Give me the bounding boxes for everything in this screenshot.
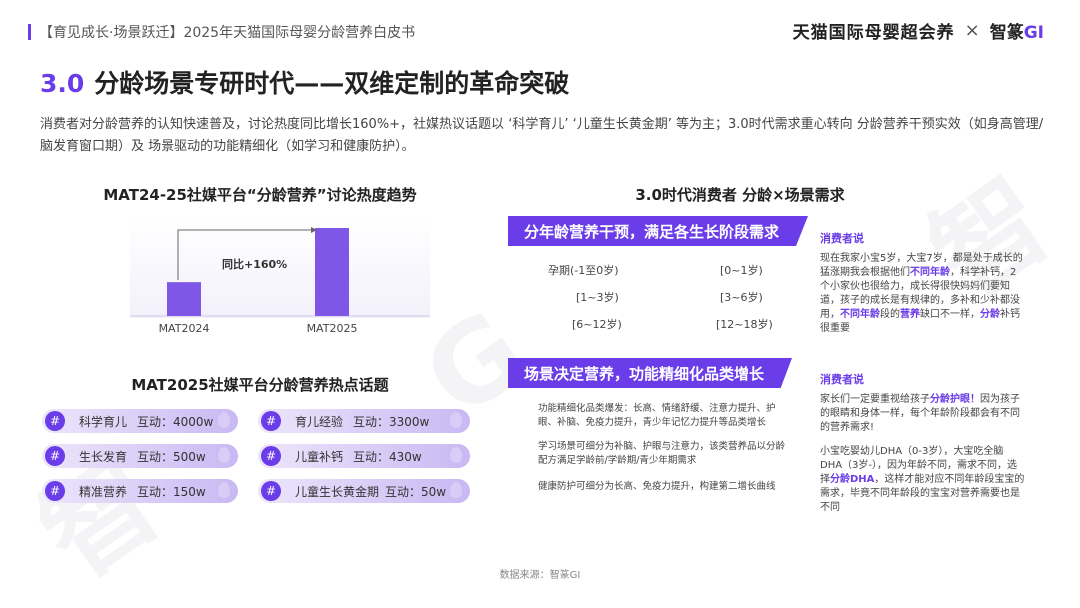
logo-zhichou-text: 智篆: [989, 23, 1024, 43]
fire-icon: [450, 447, 462, 463]
age-stage: [6~12岁): [572, 318, 622, 331]
hash-icon: #: [261, 481, 281, 501]
topic-value: 互动：50w: [385, 484, 447, 499]
quote-highlight: 营养: [900, 309, 920, 320]
chart-svg: [130, 227, 430, 317]
hash-icon: #: [45, 481, 65, 501]
consumer-quote-block: 消费者说 家长们一定要重视给孩子分龄护眼！因为孩子的眼睛和身体一样，每个年龄阶段…: [820, 373, 1025, 515]
consumer-label: 消费者说: [820, 232, 864, 245]
age-stage: [3~6岁): [720, 291, 763, 304]
section-number: 3.0: [40, 69, 85, 98]
bar-mat2024: [167, 282, 201, 316]
data-source: 数据来源：智篆GI: [499, 570, 581, 581]
topic-name: 生长发育: [79, 449, 128, 464]
page-title: 3.0 分龄场景专研时代——双维定制的革命突破: [40, 64, 569, 100]
topic-name: 儿童生长黄金期: [295, 484, 380, 499]
needs-title: 3.0时代消费者 分龄×场景需求: [635, 186, 845, 204]
fire-icon: [450, 412, 462, 428]
quote-highlight: 不同年龄: [910, 267, 950, 278]
fire-icon: [218, 412, 230, 428]
topic-name: 精准营养: [79, 484, 128, 499]
quote-text: 缺口不一样，: [920, 309, 980, 320]
age-stage: [0~1岁): [720, 264, 763, 277]
accent-bar: [28, 24, 31, 40]
fire-icon: [450, 482, 462, 498]
topics-title: MAT2025社媒平台分龄营养热点话题: [131, 376, 389, 394]
topic-pill[interactable]: # 儿童生长黄金期 互动：50w: [258, 479, 470, 503]
scene-line: 学习场景可细分为补脑、护眼与注意力，该类营养品以分龄配方满足学龄前/学龄期/青少…: [538, 441, 786, 466]
age-stage: [12~18岁): [716, 318, 773, 331]
quote-text: 家长们一定要重视给孩子: [820, 394, 930, 405]
scene-line: 健康防护可细分为长高、免疫力提升，构建第二增长曲线: [538, 481, 776, 492]
quote-highlight: 分龄护眼！: [930, 394, 980, 405]
x-tick-label: MAT2025: [306, 322, 358, 335]
topic-value: 互动：430w: [353, 449, 422, 464]
hash-icon: #: [45, 411, 65, 431]
header-logos: 天猫国际母婴超会养 × 智篆GI: [793, 18, 1044, 43]
topic-name: 科学育儿: [79, 414, 128, 429]
topic-value: 互动：3300w: [353, 414, 430, 429]
x-tick-label: MAT2024: [158, 322, 210, 335]
quote-highlight: 分龄: [980, 309, 1000, 320]
growth-annotation-text: 同比+160%: [222, 258, 288, 271]
quote-paragraph: 家长们一定要重视给孩子分龄护眼！因为孩子的眼睛和身体一样，每个年龄阶段都会有不同…: [820, 393, 1025, 435]
report-title: 【育见成长·场景跃迁】2025年天猫国际母婴分龄营养白皮书: [39, 25, 416, 41]
growth-annotation: 同比+160%: [222, 256, 287, 272]
consumer-label: 消费者说: [820, 373, 864, 386]
quote-highlight: 分龄DHA: [830, 474, 875, 485]
intro-paragraph: 消费者对分龄营养的认知快速普及，讨论热度同比增长160%+，社媒热议话题以 ‘科…: [40, 117, 1044, 154]
topic-name: 育儿经验: [295, 414, 344, 429]
fire-icon: [218, 447, 230, 463]
bar-chart: MAT2024 MAT2025 同比+160%: [130, 218, 430, 335]
hash-icon: #: [261, 446, 281, 466]
topic-pill[interactable]: # 儿童补钙 互动：430w: [258, 444, 470, 468]
bar-mat2025: [315, 228, 349, 316]
age-banner: 分年龄营养干预，满足各生长阶段需求: [508, 216, 808, 246]
header-tag: 【育见成长·场景跃迁】2025年天猫国际母婴分龄营养白皮书: [28, 22, 415, 42]
hash-icon: #: [261, 411, 281, 431]
scene-line: 功能精细化品类爆发：长高、情绪舒缓、注意力提升、护眼、补脑、免疫力提升，青少年记…: [538, 403, 776, 428]
title-text: 分龄场景专研时代——双维定制的革命突破: [94, 69, 570, 98]
topic-name: 儿童补钙: [295, 449, 344, 464]
topic-pill[interactable]: # 生长发育 互动：500w: [42, 444, 238, 468]
tmall-logo: 天猫国际母婴超会养: [792, 23, 955, 43]
topic-value: 互动：500w: [137, 449, 206, 464]
topic-value: 互动：150w: [137, 484, 206, 499]
zhichou-gi-logo: 智篆GI: [990, 18, 1044, 43]
topic-value: 互动：4000w: [137, 414, 214, 429]
topic-pill[interactable]: # 科学育儿 互动：4000w: [42, 409, 238, 433]
logo-gi-text: GI: [1023, 23, 1044, 43]
quote-paragraph: 小宝吃婴幼儿DHA（0-3岁），大宝吃全脑DHA（3岁-），因为年龄不同，需求不…: [820, 445, 1025, 515]
scene-banner: 场景决定营养，功能精细化品类增长: [508, 358, 792, 388]
quote-highlight: 不同年龄: [840, 309, 880, 320]
hash-icon: #: [45, 446, 65, 466]
topic-pill[interactable]: # 精准营养 互动：150w: [42, 479, 238, 503]
quote-text: 段的: [880, 309, 900, 320]
age-stage: 孕期(-1至0岁): [548, 264, 619, 277]
consumer-quote-block: 消费者说 现在我家小宝5岁，大宝7岁，都是处于成长的猛涨期我会根据他们不同年龄，…: [820, 232, 1025, 336]
age-stage: [1~3岁): [576, 291, 619, 304]
chart-title: MAT24-25社媒平台“分龄营养”讨论热度趋势: [103, 186, 417, 204]
cross-icon: ×: [964, 20, 980, 41]
topic-pill[interactable]: # 育儿经验 互动：3300w: [258, 409, 470, 433]
fire-icon: [218, 482, 230, 498]
